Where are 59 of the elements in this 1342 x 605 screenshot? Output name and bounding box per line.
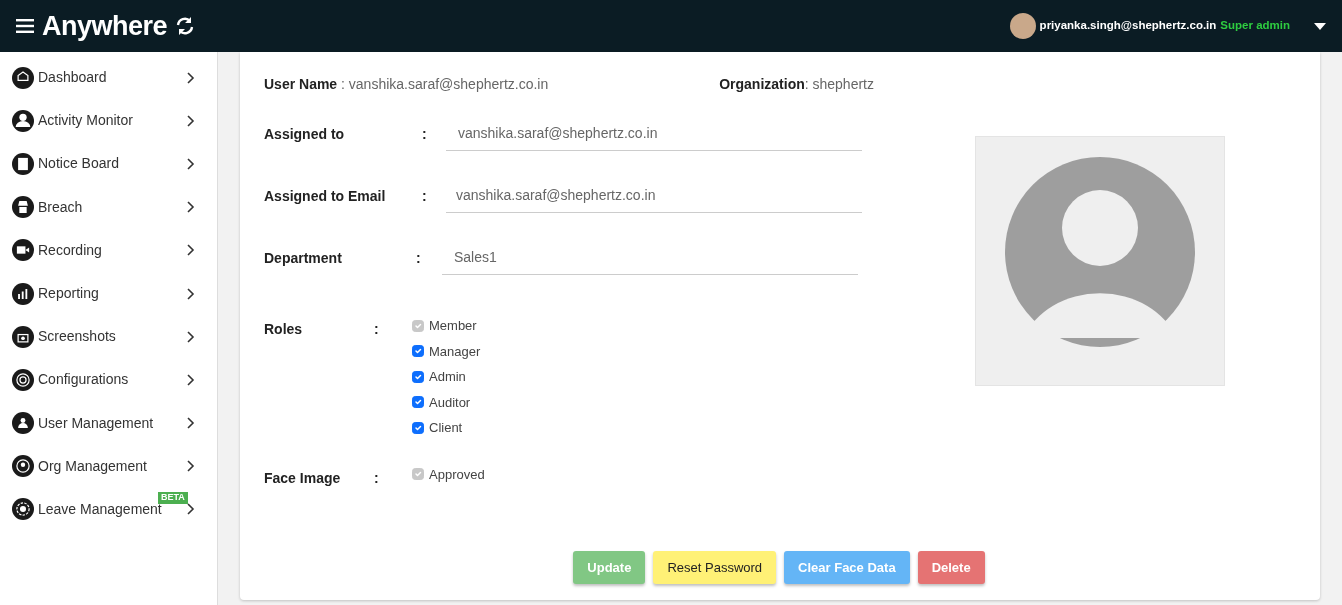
chevron-right-icon[interactable] xyxy=(187,201,195,214)
field-label: Organization xyxy=(719,75,805,94)
chevron-right-icon[interactable] xyxy=(187,503,195,516)
gear-icon xyxy=(12,498,34,521)
refresh-icon[interactable] xyxy=(175,17,196,35)
field-label: Assigned to Email xyxy=(264,186,387,206)
field-label: Face Image xyxy=(264,468,342,488)
user-icon xyxy=(12,109,34,132)
checkbox[interactable] xyxy=(412,396,424,409)
chevron-right-icon[interactable] xyxy=(187,71,195,84)
field-label: Department xyxy=(264,248,343,268)
home-icon xyxy=(12,66,34,89)
sidebar-label[interactable]: User Management xyxy=(38,414,154,431)
chevron-right-icon[interactable] xyxy=(187,330,195,343)
sidebar-label[interactable]: Configurations xyxy=(38,371,129,388)
rings-icon xyxy=(12,368,34,391)
video-icon xyxy=(12,239,34,262)
field-label: Roles xyxy=(264,320,304,339)
menu-icon[interactable] xyxy=(16,19,34,33)
field-label: User Name xyxy=(264,75,338,94)
sidebar-label[interactable]: Reporting xyxy=(38,285,99,302)
checkbox-label[interactable]: Admin xyxy=(429,367,466,387)
chart-icon xyxy=(12,282,34,305)
colon: : xyxy=(416,248,422,268)
user-role: Super admin xyxy=(1220,18,1290,34)
checkbox[interactable] xyxy=(412,421,424,434)
chevron-right-icon[interactable] xyxy=(187,244,195,257)
sidebar-label[interactable]: Notice Board xyxy=(38,155,119,172)
user-email: priyanka.singh@shephertz.co.in xyxy=(1039,18,1217,34)
field-value: : shephertz xyxy=(804,75,874,94)
brand-logo: Anywhere xyxy=(42,9,168,43)
sidebar-label[interactable]: Activity Monitor xyxy=(38,112,133,129)
chevron-right-icon[interactable] xyxy=(187,114,195,127)
caret-icon[interactable] xyxy=(1314,22,1326,30)
chevron-right-icon[interactable] xyxy=(187,417,195,430)
sidebar-label[interactable]: Breach xyxy=(38,198,83,215)
avatar[interactable] xyxy=(1009,13,1036,39)
group-icon xyxy=(12,412,34,435)
field-value: : vanshika.saraf@shephertz.co.in xyxy=(340,75,549,94)
action-button[interactable]: Reset Password xyxy=(653,550,777,584)
chevron-right-icon[interactable] xyxy=(187,157,195,170)
chevron-right-icon[interactable] xyxy=(187,373,195,386)
sidebar-label[interactable]: Org Management xyxy=(38,457,147,474)
colon: : xyxy=(422,124,428,144)
sidebar-label[interactable]: Dashboard xyxy=(38,69,107,86)
beta-badge: BETA xyxy=(157,491,188,504)
checkbox[interactable] xyxy=(412,345,424,358)
colon: : xyxy=(374,320,380,339)
sidebar-label[interactable]: Screenshots xyxy=(38,328,116,345)
sidebar-label[interactable]: Recording xyxy=(38,241,102,258)
chevron-right-icon[interactable] xyxy=(187,287,195,300)
checkbox-label[interactable]: Manager xyxy=(429,341,481,361)
colon: : xyxy=(374,468,380,488)
chevron-right-icon[interactable] xyxy=(187,460,195,473)
colon: : xyxy=(422,186,428,206)
field-label: Assigned to xyxy=(264,124,346,144)
checkbox-label[interactable]: Auditor xyxy=(429,392,471,412)
checkbox-label[interactable]: Client xyxy=(429,418,463,438)
checkbox[interactable] xyxy=(412,370,424,383)
